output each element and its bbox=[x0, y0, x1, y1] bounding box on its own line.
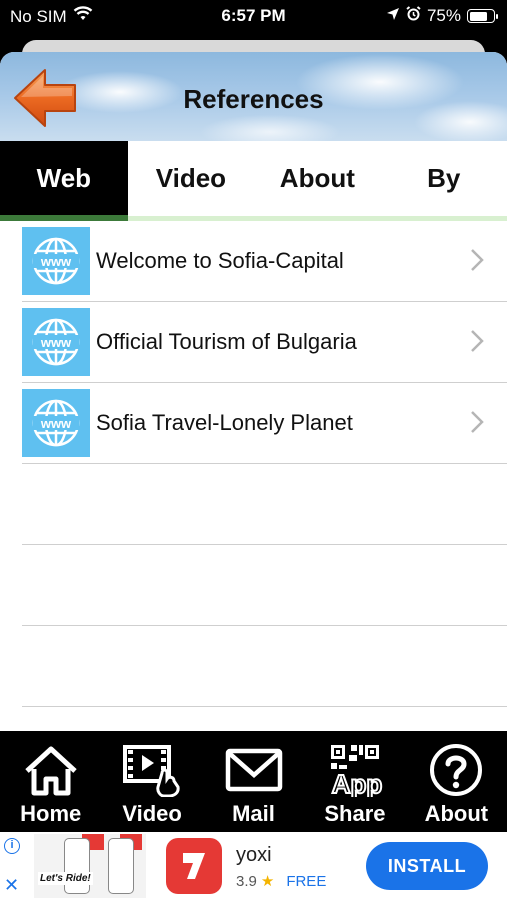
toolbar-video-label: Video bbox=[122, 801, 182, 826]
toolbar-share-button[interactable]: App Share bbox=[304, 731, 405, 832]
www-globe-icon: www bbox=[22, 308, 90, 376]
empty-row bbox=[22, 626, 507, 707]
video-film-icon bbox=[123, 745, 180, 797]
home-icon bbox=[25, 746, 77, 796]
active-tab-indicator bbox=[0, 215, 128, 221]
tab-video[interactable]: Video bbox=[128, 141, 254, 216]
qr-app-share-icon: App bbox=[331, 745, 383, 797]
empty-row bbox=[22, 545, 507, 626]
list-item-lonely-planet[interactable]: www Sofia Travel-Lonely Planet bbox=[22, 383, 507, 464]
ad-rating: 3.9 ★ FREE bbox=[236, 872, 326, 890]
ad-price: FREE bbox=[286, 873, 327, 890]
header-banner: References bbox=[0, 52, 507, 141]
ad-info-icon[interactable]: i bbox=[4, 838, 20, 854]
ad-artwork: Let's Ride! bbox=[34, 834, 146, 898]
empty-row bbox=[22, 464, 507, 545]
phone-illustration bbox=[64, 838, 90, 894]
ad-close-icon[interactable]: ✕ bbox=[4, 876, 19, 894]
tab-by[interactable]: By bbox=[381, 141, 507, 216]
toolbar-share-label: Share bbox=[324, 801, 386, 826]
ad-banner[interactable]: i ✕ Let's Ride! yoxi 3.9 ★ FREE INSTALL bbox=[0, 832, 507, 900]
mail-icon bbox=[225, 748, 282, 792]
chevron-right-icon bbox=[471, 411, 484, 433]
battery-icon bbox=[467, 9, 498, 23]
ad-rating-value: 3.9 bbox=[236, 873, 257, 890]
svg-text:www: www bbox=[40, 254, 72, 269]
chevron-right-icon bbox=[471, 249, 484, 271]
svg-text:www: www bbox=[40, 416, 72, 431]
ad-install-button[interactable]: INSTALL bbox=[366, 842, 488, 890]
yoxi-logo-icon bbox=[166, 838, 222, 894]
app-screen: No SIM 6:57 PM 75% References Web Video … bbox=[0, 0, 507, 900]
status-right: 75% bbox=[386, 6, 498, 26]
www-globe-icon: www bbox=[22, 227, 90, 295]
location-arrow-icon bbox=[386, 6, 400, 26]
toolbar-mail-label: Mail bbox=[232, 801, 275, 826]
status-bar: No SIM 6:57 PM 75% bbox=[0, 0, 507, 34]
links-list: www Welcome to Sofia-Capital www Officia… bbox=[22, 221, 507, 707]
page-title: References bbox=[183, 84, 324, 114]
svg-text:www: www bbox=[40, 335, 72, 350]
toolbar-about-label: About bbox=[424, 801, 489, 826]
www-globe-icon: www bbox=[22, 389, 90, 457]
toolbar-mail-button[interactable]: Mail bbox=[203, 731, 304, 832]
list-item-label: Sofia Travel-Lonely Planet bbox=[96, 410, 353, 435]
phone-illustration bbox=[108, 838, 134, 894]
toolbar-home-label: Home bbox=[20, 801, 82, 826]
chevron-right-icon bbox=[471, 330, 484, 352]
svg-text:App: App bbox=[332, 769, 383, 797]
alarm-icon bbox=[406, 6, 421, 26]
question-circle-icon bbox=[430, 744, 483, 796]
star-icon: ★ bbox=[260, 873, 275, 890]
toolbar-home-button[interactable]: Home bbox=[0, 731, 101, 832]
list-item-label: Welcome to Sofia-Capital bbox=[96, 248, 344, 273]
ad-app-name: yoxi bbox=[236, 844, 272, 866]
references-sheet: References Web Video About By www Welcom… bbox=[0, 52, 507, 732]
tab-bar: Web Video About By bbox=[0, 141, 507, 221]
ad-slogan: Let's Ride! bbox=[38, 872, 93, 885]
list-item-sofia-capital[interactable]: www Welcome to Sofia-Capital bbox=[22, 221, 507, 302]
tab-about[interactable]: About bbox=[254, 141, 380, 216]
toolbar-video-button[interactable]: Video bbox=[101, 731, 202, 832]
toolbar-about-button[interactable]: About bbox=[406, 731, 507, 832]
battery-percent: 75% bbox=[426, 6, 461, 25]
bottom-toolbar: Home Video Mail App Share About bbox=[0, 731, 507, 832]
tab-web[interactable]: Web bbox=[0, 141, 128, 216]
list-item-label: Official Tourism of Bulgaria bbox=[96, 329, 357, 354]
list-item-tourism-bulgaria[interactable]: www Official Tourism of Bulgaria bbox=[22, 302, 507, 383]
